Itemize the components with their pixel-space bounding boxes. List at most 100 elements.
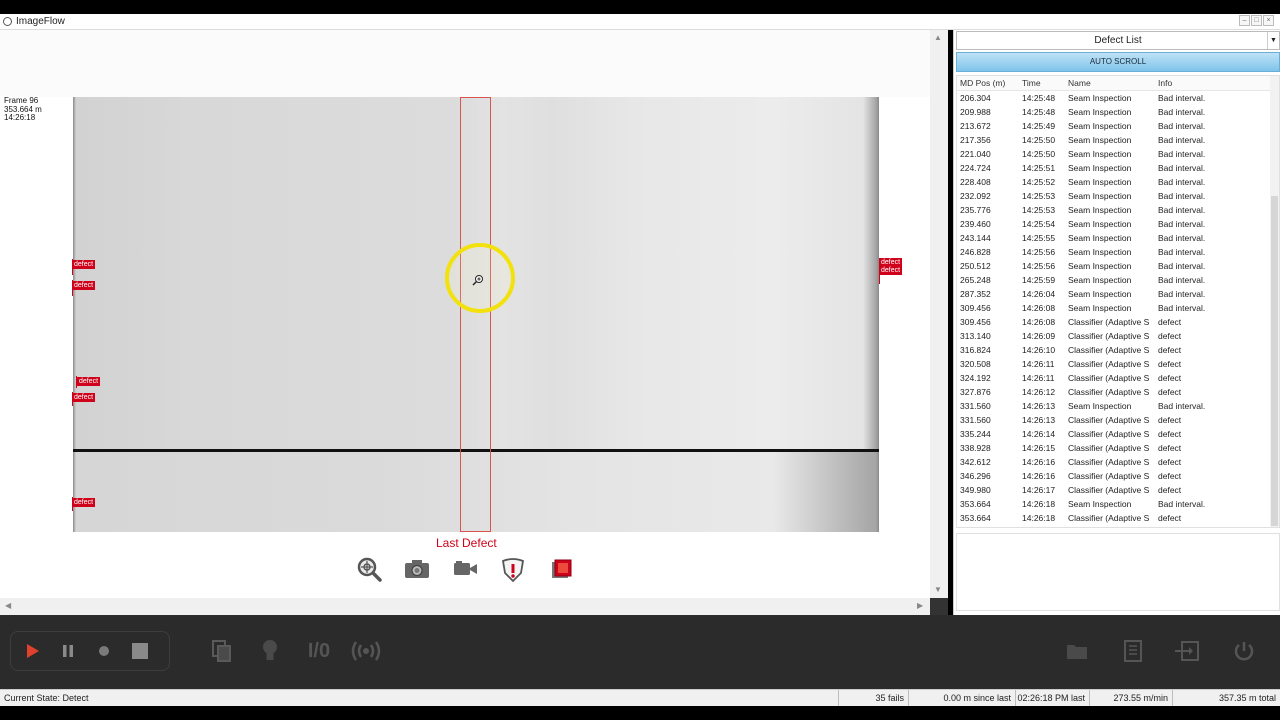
cell-time: 14:25:48 [1022, 107, 1056, 117]
last-defect-button[interactable]: Last Defect [436, 536, 497, 550]
cell-md-pos: 243.144 [960, 233, 991, 243]
auto-scroll-button[interactable]: AUTO SCROLL [956, 52, 1280, 72]
cell-info: Bad interval. [1158, 191, 1206, 201]
cell-time: 14:26:10 [1022, 345, 1056, 355]
power-icon[interactable] [1230, 637, 1258, 665]
table-row[interactable]: 232.092 14:25:53 Seam Inspection Bad interv… [957, 189, 1279, 203]
maximize-icon[interactable]: □ [1251, 15, 1262, 26]
screen-bottom-border [0, 706, 1280, 720]
cell-info: Bad interval. [1158, 163, 1206, 173]
scroll-up-icon[interactable]: ▲ [934, 33, 942, 42]
table-row[interactable]: 239.460 14:25:54 Seam Inspection Bad interv… [957, 217, 1279, 231]
table-row[interactable]: 331.560 14:26:13 Classifier (Adaptive S def… [957, 413, 1279, 427]
scroll-corner [930, 598, 948, 615]
table-row[interactable]: 316.824 14:26:10 Classifier (Adaptive S def… [957, 343, 1279, 357]
image-horizontal-scrollbar[interactable]: ◀ ▶ [0, 598, 930, 615]
table-row[interactable]: 287.352 14:26:04 Seam Inspection Bad interv… [957, 287, 1279, 301]
panel-selector-dropdown[interactable]: Defect List ▼ [956, 31, 1280, 50]
cell-name: Classifier (Adaptive S [1068, 331, 1150, 341]
cell-md-pos: 221.040 [960, 149, 991, 159]
io-icon[interactable]: I/0 [304, 637, 334, 665]
table-row[interactable]: 324.192 14:26:11 Classifier (Adaptive S def… [957, 371, 1279, 385]
column-header-md-pos[interactable]: MD Pos (m) [957, 76, 1022, 90]
lightbulb-icon[interactable] [256, 637, 284, 665]
close-icon[interactable]: × [1263, 15, 1274, 26]
defect-marker[interactable]: defect [72, 260, 96, 269]
defect-alert-icon[interactable] [498, 555, 528, 583]
defect-list-scrollbar[interactable] [1270, 76, 1279, 527]
frame-info: Frame 96 353.664 m 14:26:18 [4, 96, 42, 123]
report-icon[interactable] [1119, 637, 1147, 665]
stop-icon[interactable] [125, 636, 155, 666]
table-row[interactable]: 353.664 14:26:18 Classifier (Adaptive S def… [957, 511, 1279, 525]
image-viewport[interactable]: Frame 96 353.664 m 14:26:18 defect defec… [0, 30, 930, 598]
image-panel: Frame 96 353.664 m 14:26:18 defect defec… [0, 30, 948, 615]
table-row[interactable]: 206.304 14:25:48 Seam Inspection Bad interv… [957, 91, 1279, 105]
video-camera-icon[interactable] [450, 555, 480, 583]
zoom-icon[interactable] [354, 555, 384, 583]
table-row[interactable]: 331.560 14:26:13 Seam Inspection Bad interv… [957, 399, 1279, 413]
table-row[interactable]: 221.040 14:25:50 Seam Inspection Bad interv… [957, 147, 1279, 161]
folder-icon[interactable] [1063, 637, 1091, 665]
cell-time: 14:25:54 [1022, 219, 1056, 229]
column-header-time[interactable]: Time [1022, 76, 1068, 90]
broadcast-icon[interactable] [348, 637, 384, 665]
scroll-down-icon[interactable]: ▼ [934, 585, 942, 594]
table-row[interactable]: 309.456 14:26:08 Classifier (Adaptive S def… [957, 315, 1279, 329]
pause-icon[interactable] [53, 636, 83, 666]
table-row[interactable]: 338.928 14:26:15 Classifier (Adaptive S def… [957, 441, 1279, 455]
stop-overlay-icon[interactable] [546, 555, 576, 583]
table-row[interactable]: 349.980 14:26:17 Classifier (Adaptive S def… [957, 483, 1279, 497]
minimize-icon[interactable]: – [1239, 15, 1250, 26]
table-row[interactable]: 335.244 14:26:14 Classifier (Adaptive S def… [957, 427, 1279, 441]
table-row[interactable]: 228.408 14:25:52 Seam Inspection Bad interv… [957, 175, 1279, 189]
table-row[interactable]: 250.512 14:25:56 Seam Inspection Bad interv… [957, 259, 1279, 273]
defect-list[interactable]: MD Pos (m) Time Name Info 206.304 14:25:4… [956, 75, 1280, 528]
defect-marker[interactable]: defect [72, 281, 96, 290]
defect-marker[interactable]: defect [879, 266, 903, 275]
cell-info: Bad interval. [1158, 135, 1206, 145]
cell-time: 14:26:08 [1022, 317, 1056, 327]
column-header-info[interactable]: Info [1158, 76, 1268, 90]
cell-info: defect [1158, 513, 1182, 523]
record-icon[interactable] [89, 636, 119, 666]
table-row[interactable]: 209.988 14:25:48 Seam Inspection Bad interv… [957, 105, 1279, 119]
table-row[interactable]: 313.140 14:26:09 Classifier (Adaptive S def… [957, 329, 1279, 343]
table-row[interactable]: 235.776 14:25:53 Seam Inspection Bad interv… [957, 203, 1279, 217]
column-header-name[interactable]: Name [1068, 76, 1158, 90]
camera-icon[interactable] [402, 555, 432, 583]
table-row[interactable]: 353.664 14:26:18 Seam Inspection Bad interv… [957, 497, 1279, 511]
table-row[interactable]: 217.356 14:25:50 Seam Inspection Bad interv… [957, 133, 1279, 147]
export-icon[interactable] [1173, 637, 1201, 665]
table-row[interactable]: 246.828 14:25:56 Seam Inspection Bad interv… [957, 245, 1279, 259]
defect-marker[interactable]: defect [77, 377, 101, 386]
table-row[interactable]: 346.296 14:26:16 Classifier (Adaptive S def… [957, 469, 1279, 483]
defect-list-scroll-thumb[interactable] [1271, 196, 1278, 526]
defect-marker[interactable]: defect [72, 393, 96, 402]
region-of-interest[interactable] [460, 97, 491, 532]
copy-icon[interactable] [208, 637, 236, 665]
table-row[interactable]: 327.876 14:26:12 Classifier (Adaptive S def… [957, 385, 1279, 399]
cell-md-pos: 331.560 [960, 401, 991, 411]
scroll-right-icon[interactable]: ▶ [917, 601, 923, 610]
table-row[interactable]: 213.672 14:25:49 Seam Inspection Bad interv… [957, 119, 1279, 133]
cell-md-pos: 213.672 [960, 121, 991, 131]
cell-info: Bad interval. [1158, 261, 1206, 271]
table-row[interactable]: 243.144 14:25:55 Seam Inspection Bad interv… [957, 231, 1279, 245]
cell-time: 14:26:04 [1022, 289, 1056, 299]
cell-info: Bad interval. [1158, 401, 1206, 411]
scroll-left-icon[interactable]: ◀ [5, 601, 11, 610]
image-vertical-scrollbar[interactable]: ▲ ▼ [930, 30, 948, 598]
table-row[interactable]: 265.248 14:25:59 Seam Inspection Bad interv… [957, 273, 1279, 287]
table-row[interactable]: 342.612 14:26:16 Classifier (Adaptive S def… [957, 455, 1279, 469]
chevron-down-icon[interactable]: ▼ [1267, 32, 1279, 49]
play-icon[interactable] [17, 636, 47, 666]
cell-time: 14:25:55 [1022, 233, 1056, 243]
table-row[interactable]: 320.508 14:26:11 Classifier (Adaptive S def… [957, 357, 1279, 371]
table-row[interactable]: 309.456 14:26:08 Seam Inspection Bad interv… [957, 301, 1279, 315]
io-label: I/0 [307, 639, 331, 662]
cell-name: Seam Inspection [1068, 275, 1132, 285]
cell-name: Seam Inspection [1068, 135, 1132, 145]
table-row[interactable]: 224.724 14:25:51 Seam Inspection Bad interv… [957, 161, 1279, 175]
defect-marker[interactable]: defect [72, 498, 96, 507]
